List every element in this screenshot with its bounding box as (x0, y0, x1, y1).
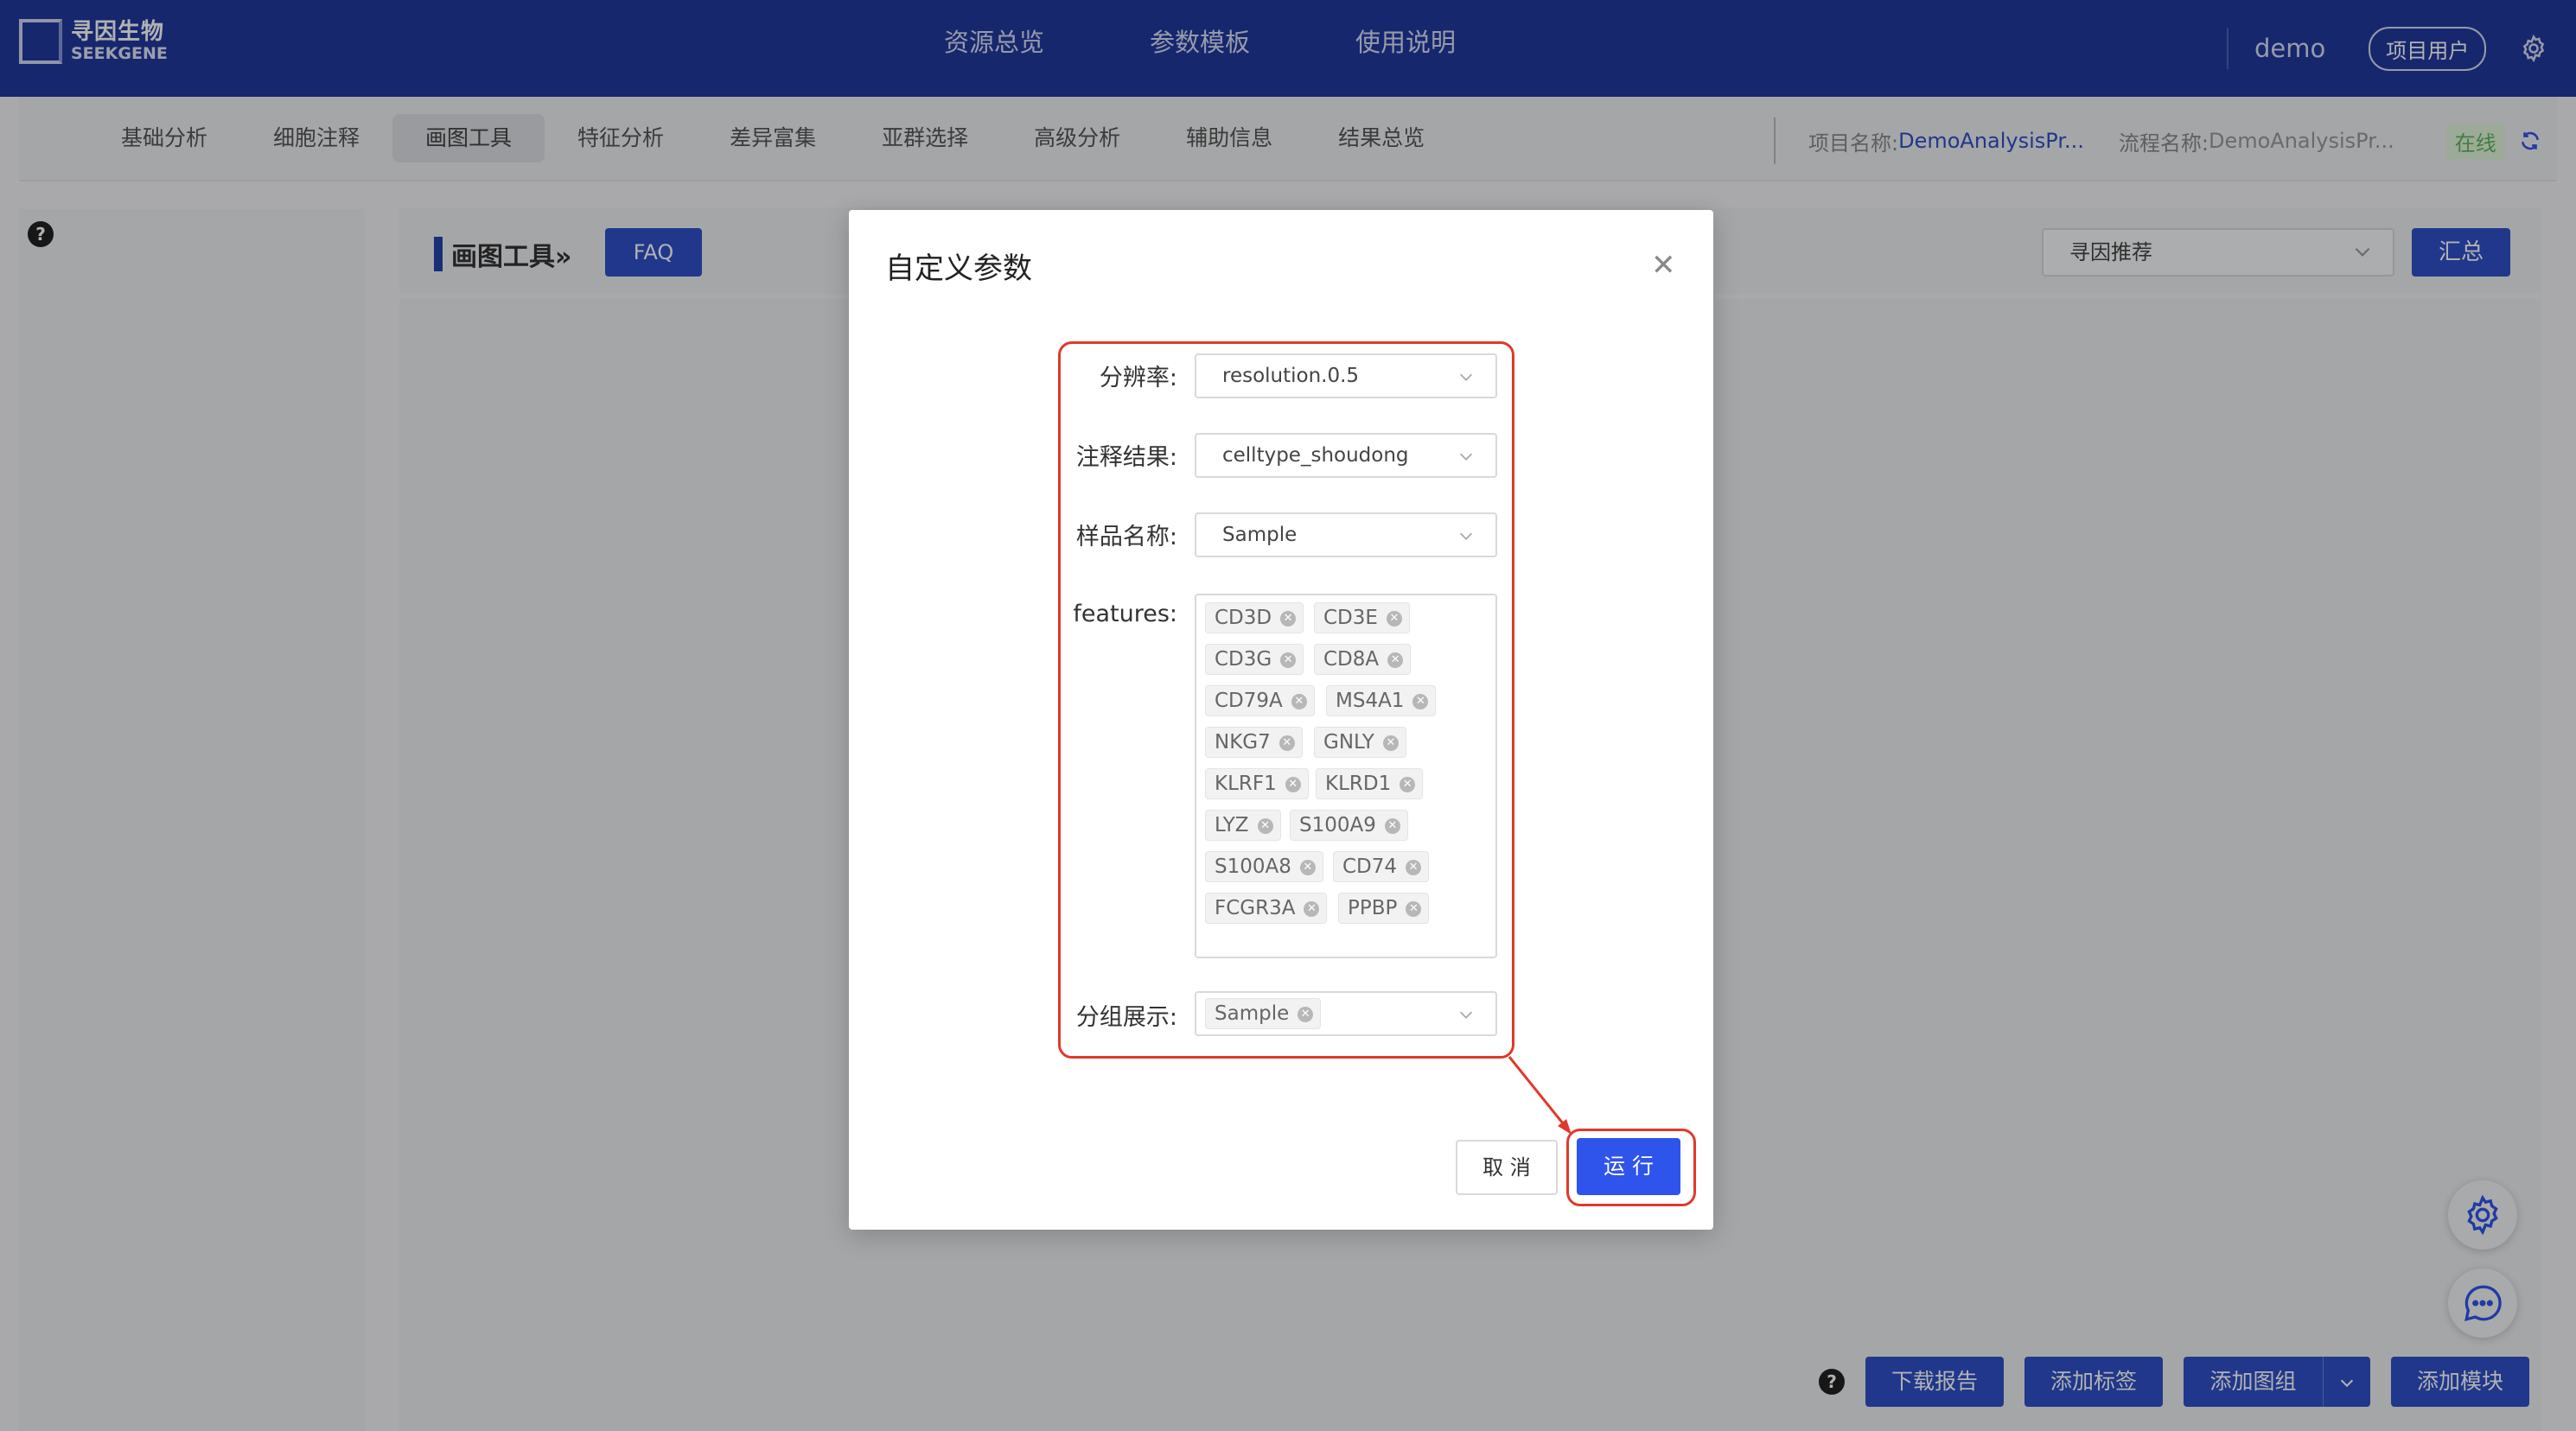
run-button[interactable]: 运 行 (1577, 1138, 1680, 1195)
cancel-button[interactable]: 取 消 (1456, 1140, 1558, 1195)
annotation-arrow (1508, 1056, 1572, 1135)
custom-params-dialog: 自定义参数 ✕ 分辨率: resolution.0.5 注释结果: cellty… (849, 210, 1713, 1230)
